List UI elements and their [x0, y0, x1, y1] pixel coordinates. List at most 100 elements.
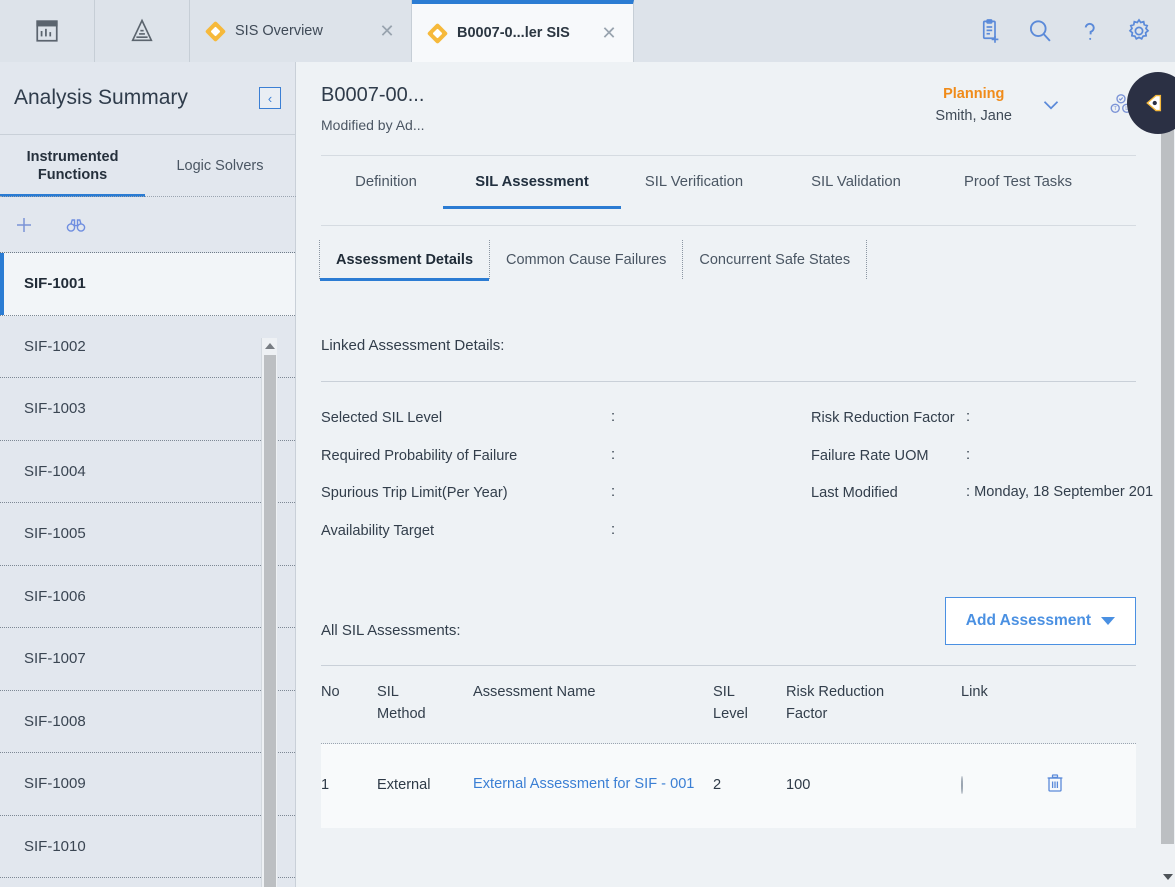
cell-assessment-name-link[interactable]: External Assessment for SIF - 001: [473, 771, 713, 798]
link-radio-button[interactable]: [961, 775, 963, 794]
list-item[interactable]: SIF-1008: [0, 691, 295, 753]
scrollbar-thumb[interactable]: [264, 355, 276, 887]
column-header-sil-level: SIL Level: [713, 683, 748, 722]
left-sidebar: Analysis Summary ‹ Instrumented Function…: [0, 62, 296, 887]
linked-assessment-heading: Linked Assessment Details:: [321, 337, 505, 354]
dashboard-icon[interactable]: [0, 0, 95, 62]
tab-proof-test-tasks[interactable]: Proof Test Tasks: [937, 156, 1099, 225]
field-label-last-modified: Last Modified: [811, 485, 898, 502]
sidebar-tabs: Instrumented Functions Logic Solvers: [0, 135, 296, 197]
binoculars-icon[interactable]: [64, 213, 88, 237]
subtab-concurrent-safe-states[interactable]: Concurrent Safe States: [682, 240, 868, 279]
sidebar-header: Analysis Summary ‹: [0, 62, 295, 135]
field-label-risk-reduction-factor: Risk Reduction Factor: [811, 410, 955, 426]
column-header-actions: [1043, 682, 1103, 726]
list-item[interactable]: SIF-1002: [0, 316, 295, 378]
trash-icon[interactable]: [1043, 771, 1067, 795]
browser-tab-sis-overview[interactable]: SIS Overview ✕: [190, 0, 412, 62]
sidebar-tab-logic-solvers[interactable]: Logic Solvers: [145, 135, 295, 197]
record-state-block: Planning Smith, Jane: [935, 84, 1012, 124]
field-colon: :: [966, 484, 971, 501]
tab-definition[interactable]: Definition: [321, 156, 451, 225]
tab-label: Definition: [355, 174, 417, 190]
subtab-assessment-details[interactable]: Assessment Details: [319, 240, 490, 281]
tab-label: SIL Assessment: [475, 174, 589, 190]
list-item-label: SIF-1006: [24, 587, 86, 605]
list-item-label: SIF-1003: [24, 400, 86, 418]
tab-sil-validation[interactable]: SIL Validation: [775, 156, 937, 225]
cell-sil-level: 2: [713, 776, 722, 793]
list-item[interactable]: SIF-1001: [0, 253, 295, 316]
all-assessments-heading: All SIL Assessments:: [321, 621, 461, 639]
linked-details-divider: [321, 381, 1136, 382]
add-assessment-button[interactable]: Add Assessment: [944, 596, 1136, 645]
close-icon[interactable]: ✕: [599, 24, 619, 42]
column-header-sil-method: SIL Method: [377, 683, 426, 722]
subtab-label: Common Cause Failures: [506, 252, 667, 268]
svg-text:T: T: [1114, 106, 1118, 112]
table-header-row: No SIL Method Assessment Name SIL Level …: [321, 666, 1136, 744]
main-content: B0007-00... Modified by Ad... Planning S…: [297, 62, 1160, 887]
list-item[interactable]: SIF-1005: [0, 503, 295, 566]
record-header: B0007-00... Modified by Ad... Planning S…: [297, 62, 1160, 133]
cell-no: 1: [321, 776, 330, 793]
field-label-required-probability-of-failure: Required Probability of Failure: [321, 447, 518, 464]
add-icon[interactable]: [12, 213, 36, 237]
chevron-down-icon: [1101, 616, 1115, 625]
all-assessments-row: All SIL Assessments: Add Assessment: [297, 596, 1160, 645]
sidebar-tab-label: Logic Solvers: [176, 157, 264, 174]
field-value-last-modified: : Monday, 18 September 201: [966, 475, 1153, 513]
record-title-block: B0007-00... Modified by Ad...: [321, 84, 935, 133]
scroll-down-icon[interactable]: [1160, 867, 1175, 887]
record-title: B0007-00...: [321, 84, 425, 106]
scrollbar-thumb[interactable]: [1161, 86, 1174, 844]
column-header-risk-reduction-factor: Risk Reduction Factor: [786, 683, 885, 722]
table-row[interactable]: 1 External External Assessment for SIF -…: [321, 743, 1136, 828]
topbar-spacer: [634, 0, 977, 62]
collapse-sidebar-button[interactable]: ‹: [259, 87, 281, 109]
field-colon: :: [611, 409, 616, 425]
sidebar-scrollbar[interactable]: [261, 338, 277, 887]
scroll-up-icon[interactable]: [262, 338, 278, 354]
tab-sil-assessment[interactable]: SIL Assessment: [451, 156, 613, 225]
status-badge: Planning: [943, 86, 1005, 102]
pyramid-icon[interactable]: [95, 0, 190, 62]
sil-assessments-table: No SIL Method Assessment Name SIL Level …: [321, 666, 1136, 828]
list-item-label: SIF-1002: [24, 337, 86, 355]
browser-tab-label: B0007-0...ler SIS: [457, 25, 570, 41]
list-item-label: SIF-1010: [24, 837, 86, 855]
list-item[interactable]: SIF-1006: [0, 566, 295, 628]
column-header-assessment-name: Assessment Name: [473, 683, 596, 700]
list-item[interactable]: SIF-1010: [0, 816, 295, 878]
search-icon[interactable]: [1026, 17, 1054, 45]
chevron-down-icon[interactable]: [1038, 92, 1064, 123]
list-item[interactable]: SIF-1007: [0, 628, 295, 691]
sidebar-tabs-underline: [0, 196, 296, 197]
record-tabs: Definition SIL Assessment SIL Verificati…: [297, 156, 1160, 225]
new-record-icon[interactable]: [977, 18, 1004, 45]
help-icon[interactable]: [1076, 18, 1103, 45]
column-header-no: No: [321, 683, 340, 700]
main-scrollbar[interactable]: [1160, 62, 1175, 887]
list-item[interactable]: SIF-1004: [0, 441, 295, 503]
field-empty: [811, 513, 966, 551]
list-item-label: SIF-1008: [24, 712, 86, 730]
subtab-label: Assessment Details: [336, 252, 474, 268]
subtab-label: Concurrent Safe States: [699, 252, 851, 268]
close-icon[interactable]: ✕: [377, 22, 397, 40]
instrumented-function-list: SIF-1001 SIF-1002 SIF-1003 SIF-1004 SIF-…: [0, 253, 295, 887]
browser-tab-label: SIS Overview: [235, 23, 323, 39]
cell-delete: [1043, 771, 1103, 799]
record-subtitle: Modified by Ad...: [321, 117, 425, 133]
sidebar-tab-instrumented-functions[interactable]: Instrumented Functions: [0, 135, 145, 197]
browser-tab-b0007-sis[interactable]: B0007-0...ler SIS ✕: [412, 0, 634, 62]
subtab-common-cause-failures[interactable]: Common Cause Failures: [489, 240, 682, 279]
list-item[interactable]: SIF-1003: [0, 378, 295, 441]
list-item[interactable]: SIF-1009: [0, 753, 295, 816]
cell-risk-reduction-factor: 100: [786, 776, 811, 793]
list-item-label: SIF-1004: [24, 462, 86, 480]
diamond-icon: [426, 22, 449, 44]
tab-sil-verification[interactable]: SIL Verification: [613, 156, 775, 225]
field-label-availability-target: Availability Target: [321, 523, 435, 540]
gear-icon[interactable]: [1125, 17, 1153, 45]
